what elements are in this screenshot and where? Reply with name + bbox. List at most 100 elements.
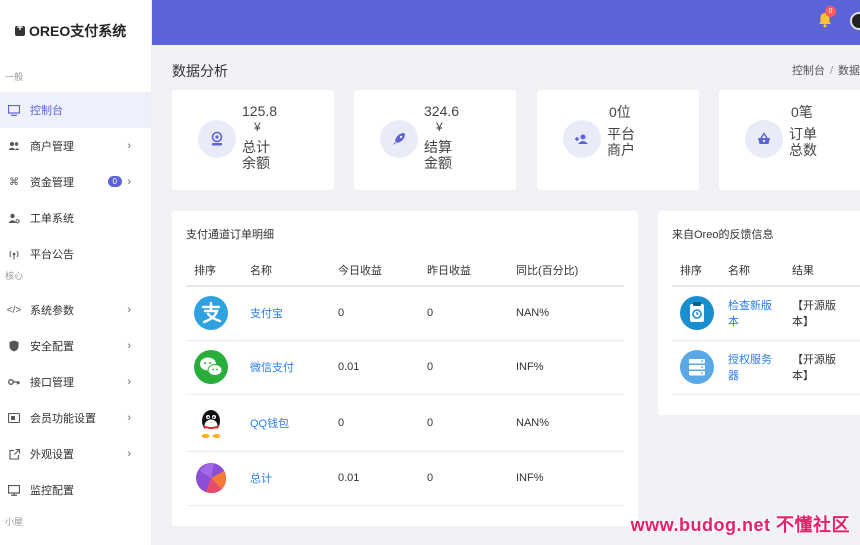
table-row: 授权服务器 【开源版 本】 — [672, 340, 860, 395]
stat-value: 324.6 — [424, 103, 460, 119]
sidebar-item-api[interactable]: 接口管理 › — [0, 364, 151, 400]
notification-badge: 0 — [825, 6, 836, 17]
stat-text: 0位 平台 商户 — [607, 104, 687, 158]
basket-icon — [745, 120, 783, 158]
column-header: 名称 — [728, 254, 792, 287]
avatar[interactable] — [850, 12, 860, 30]
sidebar-item-monitoring[interactable]: 监控配置 — [0, 472, 151, 508]
stat-text: 324.6 ¥ 结算 金额 — [424, 103, 504, 171]
sidebar: OREO支付系统 一般 控制台 商户管理 › ⌘ 资金管理 0 › 工单系统 平… — [0, 0, 152, 545]
sidebar-item-security[interactable]: 安全配置 › — [0, 328, 151, 364]
feedback-result: 【开源版 本】 — [792, 286, 860, 341]
users-icon — [7, 139, 21, 153]
screen-icon — [7, 483, 21, 497]
sidebar-item-member-settings[interactable]: 会员功能设置 › — [0, 400, 151, 436]
user-add-icon — [563, 120, 601, 158]
sidebar-item-label: 监控配置 — [30, 485, 74, 497]
sidebar-item-label: 控制台 — [30, 105, 63, 117]
stat-label: 平台 商户 — [607, 126, 635, 158]
clipboard-icon — [672, 286, 728, 341]
column-header: 昨日收益 — [427, 254, 516, 287]
breadcrumb-item: 数据 — [838, 65, 860, 77]
stat-label: 总计 余额 — [242, 139, 270, 171]
code-icon: </> — [6, 304, 22, 316]
column-header: 结果 — [792, 254, 860, 287]
stat-value: 0位 — [609, 104, 631, 120]
stat-card-orders: 0笔 订单 总数 — [719, 90, 860, 190]
table-row: 微信支付 0.01 0 INF% — [186, 340, 624, 395]
server-icon — [672, 340, 728, 395]
today-earnings: 0.01 — [338, 451, 427, 506]
ratio: NAN% — [516, 394, 624, 452]
stat-card-settlement: 324.6 ¥ 结算 金额 — [354, 90, 516, 190]
plus-box-icon — [14, 22, 26, 37]
feedback-name[interactable]: 授权服务器 — [728, 340, 792, 395]
section-label-general: 一般 — [5, 72, 24, 82]
sidebar-item-label: 会员功能设置 — [30, 413, 96, 425]
chevron-right-icon: › — [127, 448, 131, 460]
column-header: 排序 — [186, 254, 250, 287]
user-gear-icon — [7, 211, 21, 225]
channel-name[interactable]: 支付宝 — [250, 286, 338, 341]
channel-name[interactable]: QQ钱包 — [250, 394, 338, 452]
feedback-panel: 来自Oreo的反馈信息 排序 名称 结果 检查新版本 【开源版 本】 授权服务 … — [658, 211, 860, 415]
sidebar-item-funds[interactable]: ⌘ 资金管理 0 › — [0, 164, 151, 200]
sidebar-item-announcements[interactable]: 平台公告 — [0, 236, 151, 272]
yesterday-earnings: 0 — [427, 286, 516, 341]
chevron-right-icon: › — [127, 304, 131, 316]
qq-wallet-icon — [186, 394, 250, 452]
watermark: www.budog.net 不懂社区 — [630, 515, 850, 535]
command-icon: ⌘ — [9, 176, 19, 188]
yesterday-earnings: 0 — [427, 451, 516, 506]
table-row: 支付宝 0 0 NAN% — [186, 286, 624, 341]
monitor-icon — [7, 103, 21, 117]
chevron-right-icon: › — [127, 376, 131, 388]
sidebar-item-label: 外观设置 — [30, 449, 74, 461]
today-earnings: 0.01 — [338, 340, 427, 395]
broadcast-icon — [7, 247, 21, 261]
sidebar-item-label: 商户管理 — [30, 141, 74, 153]
table-row: 检查新版本 【开源版 本】 — [672, 286, 860, 341]
stat-value: 125.8 — [242, 103, 278, 119]
stat-label: 结算 金额 — [424, 139, 452, 171]
ratio: INF% — [516, 340, 624, 395]
chevron-right-icon: › — [127, 176, 131, 188]
stat-label: 订单 总数 — [789, 126, 817, 158]
channel-name[interactable]: 微信支付 — [250, 340, 338, 395]
stat-unit: ¥ — [436, 120, 443, 134]
count-badge: 0 — [107, 176, 122, 187]
yesterday-earnings: 0 — [427, 394, 516, 452]
brand[interactable]: OREO支付系统 — [0, 0, 151, 62]
breadcrumb-item[interactable]: 控制台 — [792, 65, 825, 77]
rocket-icon — [380, 120, 418, 158]
main-content: 数据分析 控制台 / 数据 125.8 ¥ 总计 余额 324.6 ¥ 结算 金额 0位… — [152, 45, 860, 545]
column-header: 名称 — [250, 254, 338, 287]
orders-table: 排序 名称 今日收益 昨日收益 同比(百分比) 支付宝 0 0 NAN% 微信支… — [186, 254, 624, 506]
sidebar-item-label: 工单系统 — [30, 213, 74, 225]
feedback-result: 【开源版 本】 — [792, 340, 860, 395]
sidebar-item-appearance[interactable]: 外观设置 › — [0, 436, 151, 472]
chevron-right-icon: › — [127, 412, 131, 424]
stat-card-merchants: 0位 平台 商户 — [537, 90, 699, 190]
feedback-name[interactable]: 检查新版本 — [728, 286, 792, 341]
sidebar-item-label: 安全配置 — [30, 341, 74, 353]
sidebar-item-dashboard[interactable]: 控制台 — [0, 92, 151, 128]
column-header: 排序 — [672, 254, 728, 287]
brand-title: OREO支付系统 — [29, 23, 127, 39]
key-icon — [7, 375, 21, 389]
top-bar: 0 — [152, 0, 860, 45]
column-header: 今日收益 — [338, 254, 427, 287]
section-label-cabin: 小屋 — [5, 517, 24, 527]
sidebar-item-label: 平台公告 — [30, 249, 74, 261]
wallet-icon — [198, 120, 236, 158]
channel-name[interactable]: 总计 — [250, 451, 338, 506]
sidebar-item-tickets[interactable]: 工单系统 — [0, 200, 151, 236]
panel-title: 支付通道订单明细 — [186, 229, 274, 241]
sidebar-item-system-params[interactable]: </> 系统参数 › — [0, 292, 151, 328]
ratio: INF% — [516, 451, 624, 506]
shield-icon — [7, 339, 21, 353]
feedback-table: 排序 名称 结果 检查新版本 【开源版 本】 授权服务器 【开源版 本】 — [672, 254, 860, 395]
table-row: QQ钱包 0 0 NAN% — [186, 394, 624, 452]
table-header-row: 排序 名称 结果 — [672, 254, 860, 287]
sidebar-item-merchants[interactable]: 商户管理 › — [0, 128, 151, 164]
